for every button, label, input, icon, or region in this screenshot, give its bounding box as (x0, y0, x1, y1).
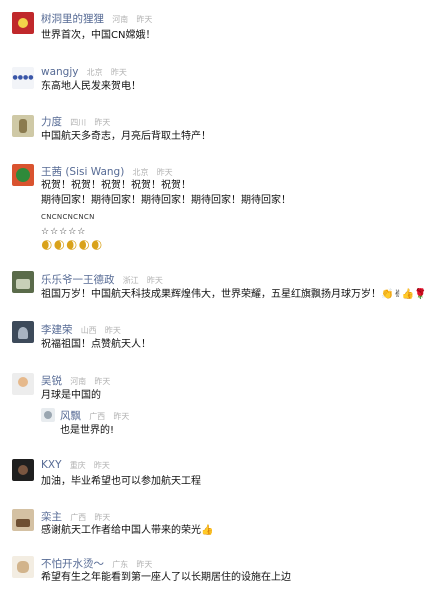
comment-emoji-line: 🌒🌒🌒🌒🌒 (41, 239, 104, 252)
avatar[interactable] (12, 373, 34, 395)
comment-item: 栾主 广西 昨天 感谢航天工作者给中国人带来的荣光👍 (0, 505, 431, 555)
comment-time: 昨天 (136, 560, 153, 569)
comment-text: 东高地人民发来贺电！ (41, 81, 141, 92)
comment-time: 昨天 (146, 276, 163, 285)
comment-time: 昨天 (93, 461, 110, 470)
reply-meta: 风飘 广西 昨天 (60, 408, 129, 423)
comment-location: 重庆 (69, 461, 86, 470)
comment-text: 感谢航天工作者给中国人带来的荣光👍 (41, 525, 214, 536)
comment-item: 力度 四川 昨天 中国航天多奇志，月亮后背取土特产！ (0, 103, 431, 158)
reply-avatar[interactable] (41, 408, 55, 422)
commenter-name[interactable]: 乐乐爷一王德政 (41, 274, 115, 286)
comment-item: 不怕开水烫～ 广东 昨天 希望有生之年能看到第一座人了以长期居住的设施在上边 (0, 552, 431, 600)
comment-time: 昨天 (136, 15, 153, 24)
comment-text-line: 祝贺！祝贺！祝贺！祝贺！祝贺！ (41, 180, 191, 191)
comment-text: 月球是中国的 (41, 390, 101, 401)
comment-item: 王茜 (Sisi Wang) 北京 昨天 祝贺！祝贺！祝贺！祝贺！祝贺！ 期待回… (0, 158, 431, 263)
reply-text: 也是世界的! (60, 425, 115, 436)
comment-item: 李建荣 山西 昨天 祝福祖国！点赞航天人！ (0, 313, 431, 368)
comment-item: ●●●● wangjy 北京 昨天 东高地人民发来贺电！ (0, 55, 431, 105)
comment-item: 吴锐 河南 昨天 月球是中国的 风飘 广西 昨天 也是世界的! (0, 368, 431, 458)
comment-meta: 王茜 (Sisi Wang) 北京 昨天 (41, 164, 173, 179)
comment-location: 河南 (70, 377, 87, 386)
comment-meta: KXY 重庆 昨天 (41, 459, 110, 471)
comment-text: 加油，毕业希望也可以参加航天工程 (41, 476, 201, 487)
avatar[interactable] (12, 115, 34, 137)
comment-text: 祖国万岁！中国航天科技成果辉煌伟大，世界荣耀，五星红旗飘扬月球万岁！👏✌👍🌹 (41, 289, 427, 300)
comment-location: 广西 (70, 513, 87, 522)
commenter-name[interactable]: 树洞里的狸狸 (41, 13, 104, 25)
comment-location: 河南 (112, 15, 129, 24)
comment-time: 昨天 (94, 118, 111, 127)
comment-time: 昨天 (156, 168, 173, 177)
avatar[interactable] (12, 271, 34, 293)
comment-location: 四川 (70, 118, 87, 127)
comment-meta: 李建荣 山西 昨天 (41, 322, 121, 337)
reply-name[interactable]: 风飘 (60, 410, 81, 422)
comment-item: 乐乐爷一王德政 浙江 昨天 祖国万岁！中国航天科技成果辉煌伟大，世界荣耀，五星红… (0, 263, 431, 313)
reply-time: 昨天 (113, 412, 130, 421)
commenter-name[interactable]: KXY (41, 459, 62, 471)
comment-meta: 栾主 广西 昨天 (41, 509, 110, 524)
comment-meta: 不怕开水烫～ 广东 昨天 (41, 556, 152, 571)
comment-text: 祝福祖国！点赞航天人！ (41, 339, 151, 350)
comment-text-line: CNCNCNCNCN (41, 213, 95, 221)
comment-text: 世界首次，中国CN嫦娥！ (41, 30, 156, 41)
comment-text: 中国航天多奇志，月亮后背取土特产！ (41, 131, 211, 142)
comment-item: 树洞里的狸狸 河南 昨天 世界首次，中国CN嫦娥！ (0, 0, 431, 55)
comment-time: 昨天 (104, 326, 121, 335)
comment-time: 昨天 (94, 513, 111, 522)
avatar[interactable] (12, 509, 34, 531)
avatar[interactable] (12, 459, 34, 481)
comment-location: 山西 (80, 326, 97, 335)
commenter-name[interactable]: 力度 (41, 116, 62, 128)
comment-meta: 吴锐 河南 昨天 (41, 373, 110, 388)
comment-time: 昨天 (110, 68, 127, 77)
comment-meta: wangjy 北京 昨天 (41, 66, 127, 78)
comment-location: 北京 (132, 168, 149, 177)
commenter-name[interactable]: wangjy (41, 66, 78, 78)
avatar[interactable] (12, 164, 34, 186)
comment-meta: 力度 四川 昨天 (41, 114, 110, 129)
comment-location: 浙江 (122, 276, 139, 285)
comment-item: KXY 重庆 昨天 加油，毕业希望也可以参加航天工程 (0, 458, 431, 508)
comment-location: 广东 (112, 560, 129, 569)
comment-text-line: 期待回家！期待回家！期待回家！期待回家！期待回家！ (41, 195, 291, 206)
avatar[interactable] (12, 556, 34, 578)
comment-meta: 树洞里的狸狸 河南 昨天 (41, 11, 152, 26)
comment-text: 希望有生之年能看到第一座人了以长期居住的设施在上边 (41, 572, 291, 583)
comment-time: 昨天 (94, 377, 111, 386)
avatar[interactable] (12, 12, 34, 34)
reply-location: 广西 (89, 412, 106, 421)
commenter-name[interactable]: 吴锐 (41, 375, 62, 387)
commenter-name[interactable]: 李建荣 (41, 324, 73, 336)
comment-meta: 乐乐爷一王德政 浙江 昨天 (41, 272, 163, 287)
avatar[interactable] (12, 321, 34, 343)
commenter-name[interactable]: 王茜 (Sisi Wang) (41, 166, 124, 178)
comment-location: 北京 (86, 68, 103, 77)
commenter-name[interactable]: 栾主 (41, 511, 62, 523)
avatar[interactable]: ●●●● (12, 67, 34, 89)
commenter-name[interactable]: 不怕开水烫～ (41, 558, 104, 570)
